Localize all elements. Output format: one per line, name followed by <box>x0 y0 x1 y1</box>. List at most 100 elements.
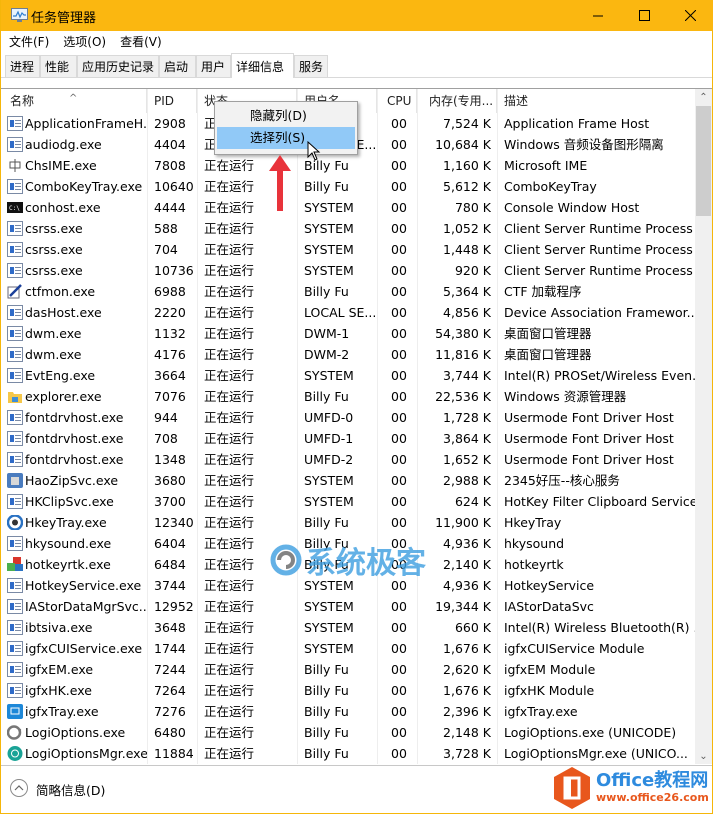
tab-app-history[interactable]: 应用历史记录 <box>77 55 159 77</box>
column-header-memory[interactable]: 内存(专用... <box>417 89 497 113</box>
cell-desc: 桌面窗口管理器 <box>504 326 592 341</box>
column-header-label: PID <box>154 94 175 108</box>
column-header-cpu[interactable]: CPU <box>377 89 417 113</box>
generic-window-icon <box>7 116 23 131</box>
logitech-icon <box>6 725 23 740</box>
tab-details[interactable]: 详细信息 <box>231 53 294 78</box>
scroll-up-icon[interactable]: ⌃ <box>695 89 712 106</box>
cell-memory: 2,396 K <box>443 704 491 719</box>
cell-memory: 2,148 K <box>443 725 491 740</box>
select-columns-menu-item[interactable]: 选择列(S) <box>217 127 355 149</box>
column-header-name[interactable]: 名称 ^ <box>1 89 147 113</box>
tab-performance[interactable]: 性能 <box>40 55 77 77</box>
cell-status: 正在运行 <box>204 746 255 761</box>
scrollbar-thumb[interactable] <box>696 106 711 216</box>
cell-user: UMFD-0 <box>304 410 354 425</box>
cell-name: ApplicationFrameH... <box>25 116 147 131</box>
table-row[interactable]: EvtEng.exe 3664 正在运行 SYSTEM 00 3,744 K Intel(R… <box>1 365 695 386</box>
cell-user: SYSTEM <box>304 200 354 215</box>
table-row[interactable]: igfxTray.exe 7276 正在运行 Billy Fu 00 2,396 K igf… <box>1 701 695 722</box>
cell-desc: IAStorDataSvc <box>504 599 594 614</box>
table-row[interactable]: dwm.exe 4176 正在运行 DWM-2 00 11,816 K 桌面窗口管理器 <box>1 344 695 365</box>
cell-user: SYSTEM <box>304 641 354 656</box>
table-row[interactable]: ComboKeyTray.exe 10640 正在运行 Billy Fu 00 5,612… <box>1 176 695 197</box>
tab-startup[interactable]: 启动 <box>159 55 196 77</box>
close-button[interactable] <box>667 0 713 31</box>
table-row[interactable]: csrss.exe 10736 正在运行 SYSTEM 00 920 K Client Se… <box>1 260 695 281</box>
cell-status: 正在运行 <box>204 725 255 740</box>
table-row[interactable]: HkeyTray.exe 12340 正在运行 Billy Fu 00 11,900 K H… <box>1 512 695 533</box>
tab-label: 服务 <box>299 60 324 74</box>
scroll-down-icon[interactable]: ⌄ <box>695 748 712 764</box>
cell-status: 正在运行 <box>204 641 255 656</box>
tab-users[interactable]: 用户 <box>196 55 231 77</box>
annotation-arrow-icon <box>269 155 291 211</box>
cell-desc: Usermode Font Driver Host <box>504 452 674 467</box>
menu-bar: 文件(F) 选项(O) 查看(V) <box>1 31 712 51</box>
cell-cpu: 00 <box>391 683 407 698</box>
cell-memory: 5,364 K <box>443 284 491 299</box>
cell-name: EvtEng.exe <box>25 368 96 383</box>
generic-window-icon <box>7 410 23 425</box>
watermark-url: www.office26.com <box>596 791 709 804</box>
table-row[interactable]: dwm.exe 1132 正在运行 DWM-1 00 54,380 K 桌面窗口管理器 <box>1 323 695 344</box>
table-row[interactable]: igfxHK.exe 7264 正在运行 Billy Fu 00 1,676 K igfxH… <box>1 680 695 701</box>
cell-memory: 2,620 K <box>443 662 491 677</box>
menu-file[interactable]: 文件(F) <box>9 33 49 50</box>
title-bar[interactable]: 任务管理器 <box>1 0 713 31</box>
table-row[interactable]: LogiOptionsMgr.exe 11884 正在运行 Billy Fu 00 3,7… <box>1 743 695 764</box>
cell-pid: 704 <box>154 242 178 257</box>
table-row[interactable]: ibtsiva.exe 3648 正在运行 SYSTEM 00 660 K Intel(R)… <box>1 617 695 638</box>
cell-name: HkeyTray.exe <box>25 515 107 530</box>
cell-pid: 6988 <box>154 284 186 299</box>
table-row[interactable]: ctfmon.exe 6988 正在运行 Billy Fu 00 5,364 K CTF 加… <box>1 281 695 302</box>
table-row[interactable]: ChsIME.exe 7808 正在运行 Billy Fu 00 1,160 K Micro… <box>1 155 695 176</box>
generic-window-icon <box>7 221 23 236</box>
table-row[interactable]: IAStorDataMgrSvc.... 12952 正在运行 SYSTEM 00 19,… <box>1 596 695 617</box>
fewer-details-button[interactable] <box>10 779 28 797</box>
tab-services[interactable]: 服务 <box>294 55 328 77</box>
menu-view[interactable]: 查看(V) <box>120 33 162 50</box>
table-row[interactable]: LogiOptions.exe 6480 正在运行 Billy Fu 00 2,148 K… <box>1 722 695 743</box>
cell-pid: 1132 <box>154 326 186 341</box>
table-row[interactable]: igfxEM.exe 7244 正在运行 Billy Fu 00 2,620 K igfxE… <box>1 659 695 680</box>
hide-column-menu-item[interactable]: 隐藏列(D) <box>217 105 355 127</box>
generic-window-icon <box>7 179 23 194</box>
column-header-description[interactable]: 描述 <box>497 89 695 113</box>
maximize-icon <box>638 10 650 21</box>
table-row[interactable]: HKClipSvc.exe 3700 正在运行 SYSTEM 00 624 K HotKey… <box>1 491 695 512</box>
cell-name: HaoZipSvc.exe <box>25 473 119 488</box>
tab-bar: 进程 性能 应用历史记录 启动 用户 详细信息 服务 <box>1 52 712 78</box>
table-row[interactable]: fontdrvhost.exe 944 正在运行 UMFD-0 00 1,728 K Use… <box>1 407 695 428</box>
cell-pid: 1348 <box>154 452 186 467</box>
minimize-button[interactable] <box>575 0 621 31</box>
cell-status: 正在运行 <box>204 368 255 383</box>
cell-name: fontdrvhost.exe <box>25 431 124 446</box>
cell-desc: Client Server Runtime Process <box>504 242 693 257</box>
cell-user: SYSTEM <box>304 242 354 257</box>
cell-user: UMFD-1 <box>304 431 354 446</box>
table-row[interactable]: fontdrvhost.exe 1348 正在运行 UMFD-2 00 1,652 K Us… <box>1 449 695 470</box>
maximize-button[interactable] <box>621 0 667 31</box>
cell-pid: 6480 <box>154 725 186 740</box>
menu-options[interactable]: 选项(O) <box>63 33 106 50</box>
cell-name: csrss.exe <box>25 221 83 236</box>
cell-status: 正在运行 <box>204 704 255 719</box>
table-row[interactable]: explorer.exe 7076 正在运行 Billy Fu 00 22,536 K Wi… <box>1 386 695 407</box>
cell-pid: 708 <box>154 431 178 446</box>
column-header-label: 描述 <box>504 94 529 108</box>
vertical-scrollbar[interactable]: ⌃ ⌄ <box>695 89 712 764</box>
column-header-pid[interactable]: PID <box>147 89 197 113</box>
table-row[interactable]: C:\ conhost.exe 4444 正在运行 SYSTEM 00 780 K Conso… <box>1 197 695 218</box>
console-icon: C:\ <box>7 200 23 215</box>
fewer-details-link[interactable]: 简略信息(D) <box>36 780 105 799</box>
table-row[interactable]: dasHost.exe 2220 正在运行 LOCAL SE... 00 4,856 K D… <box>1 302 695 323</box>
table-row[interactable]: fontdrvhost.exe 708 正在运行 UMFD-1 00 3,864 K Use… <box>1 428 695 449</box>
table-row[interactable]: HaoZipSvc.exe 3680 正在运行 SYSTEM 00 2,988 K 2345… <box>1 470 695 491</box>
table-row[interactable]: csrss.exe 588 正在运行 SYSTEM 00 1,052 K Client Se… <box>1 218 695 239</box>
tab-processes[interactable]: 进程 <box>5 55 40 77</box>
cell-desc: igfxEM Module <box>504 662 596 677</box>
cell-name: fontdrvhost.exe <box>25 452 124 467</box>
table-row[interactable]: csrss.exe 704 正在运行 SYSTEM 00 1,448 K Client Se… <box>1 239 695 260</box>
table-row[interactable]: igfxCUIService.exe 1744 正在运行 SYSTEM 00 1,676 … <box>1 638 695 659</box>
